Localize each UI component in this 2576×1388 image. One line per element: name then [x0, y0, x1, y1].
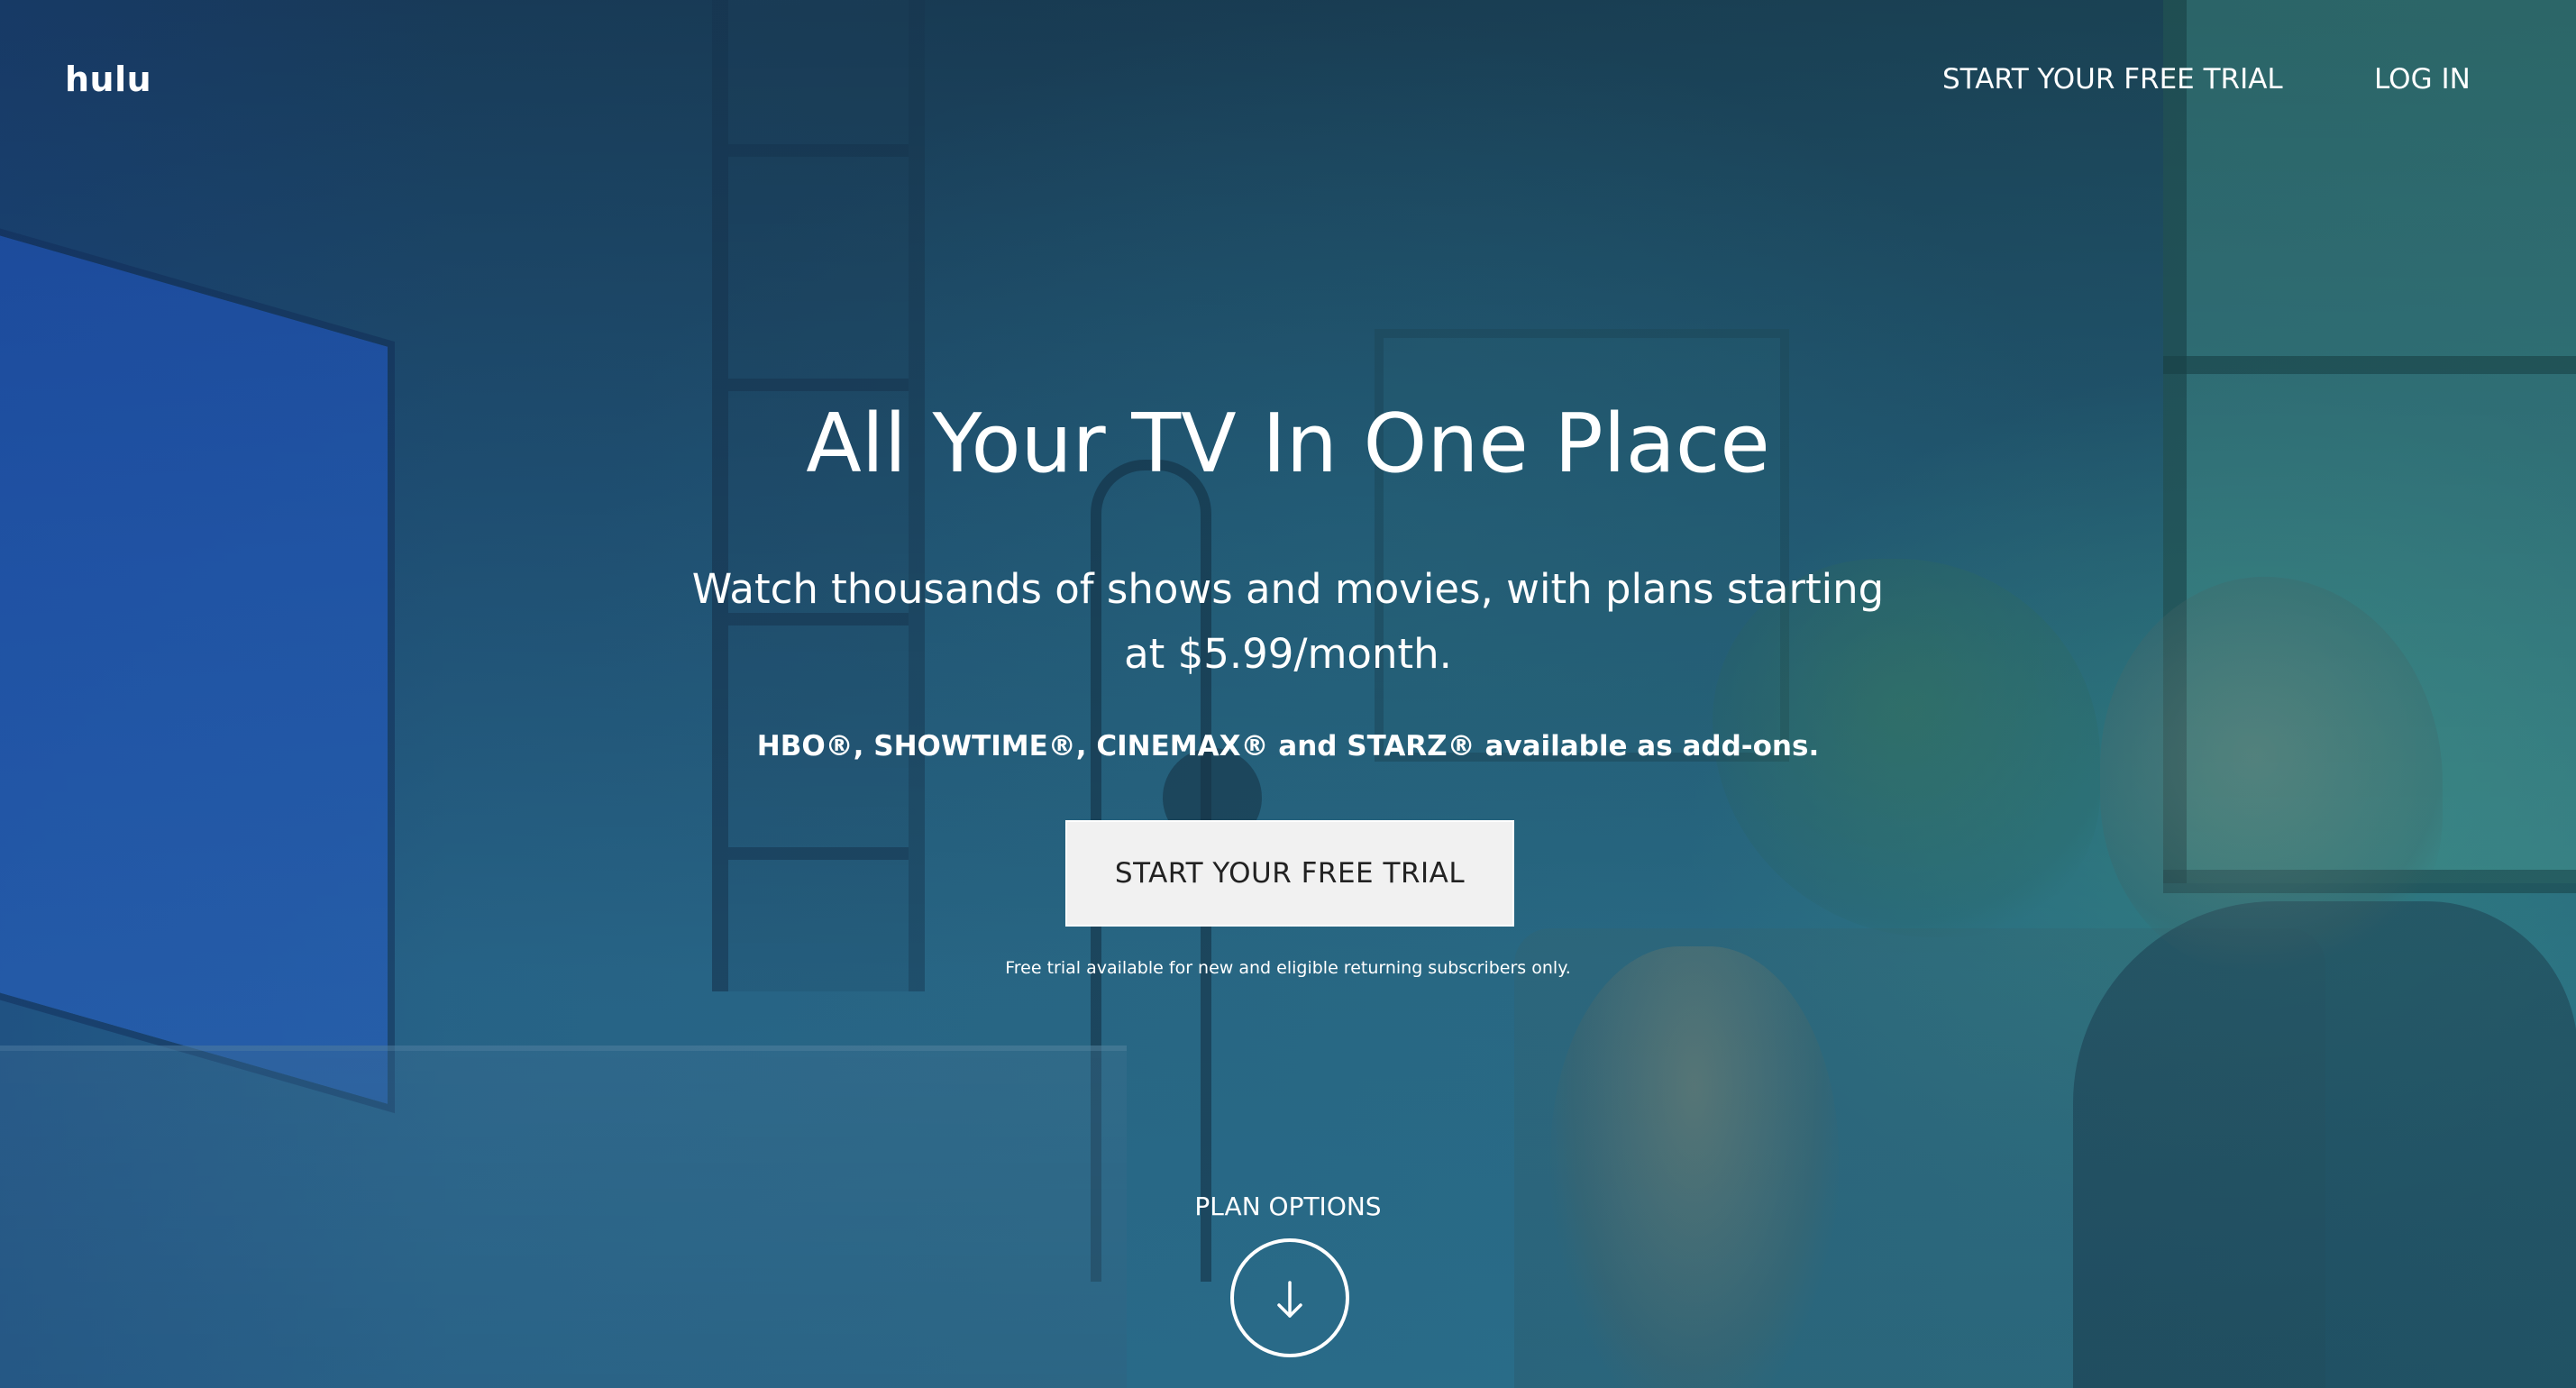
nav-start-free-trial-link[interactable]: START YOUR FREE TRIAL — [1942, 63, 2283, 96]
hero-subheading-line-2: at $5.99/month. — [1124, 630, 1452, 678]
shelf-board — [728, 379, 909, 391]
hero-section: hulu START YOUR FREE TRIAL LOG IN All Yo… — [0, 0, 2576, 1388]
background-window-bar — [2163, 356, 2576, 374]
page-title: All Your TV In One Place — [806, 397, 1770, 491]
nav-log-in-link[interactable]: LOG IN — [2374, 63, 2471, 96]
background-tv-glow — [0, 0, 451, 1388]
trial-disclaimer: Free trial available for new and eligibl… — [1005, 958, 1571, 978]
hero-subheading-line-1: Watch thousands of shows and movies, wit… — [691, 565, 1885, 613]
background-window-sill — [2163, 870, 2576, 893]
plan-options-label[interactable]: PLAN OPTIONS — [0, 1192, 2576, 1221]
hero-subheading: Watch thousands of shows and movies, wit… — [0, 557, 2576, 687]
shelf-board — [728, 144, 909, 157]
background-couch — [1514, 928, 2325, 1388]
background-color-overlay — [0, 0, 2576, 1388]
background-picture-frame — [1375, 329, 1789, 762]
start-free-trial-button[interactable]: START YOUR FREE TRIAL — [1065, 820, 1514, 927]
plan-options-button[interactable] — [1230, 1238, 1349, 1357]
background-person-woman — [1550, 946, 1839, 1388]
hulu-logo[interactable]: hulu — [65, 59, 151, 99]
shelf-board — [728, 847, 909, 860]
addons-note: HBO®, SHOWTIME®, CINEMAX® and STARZ® ava… — [756, 730, 1820, 762]
background-shelf — [712, 0, 925, 991]
